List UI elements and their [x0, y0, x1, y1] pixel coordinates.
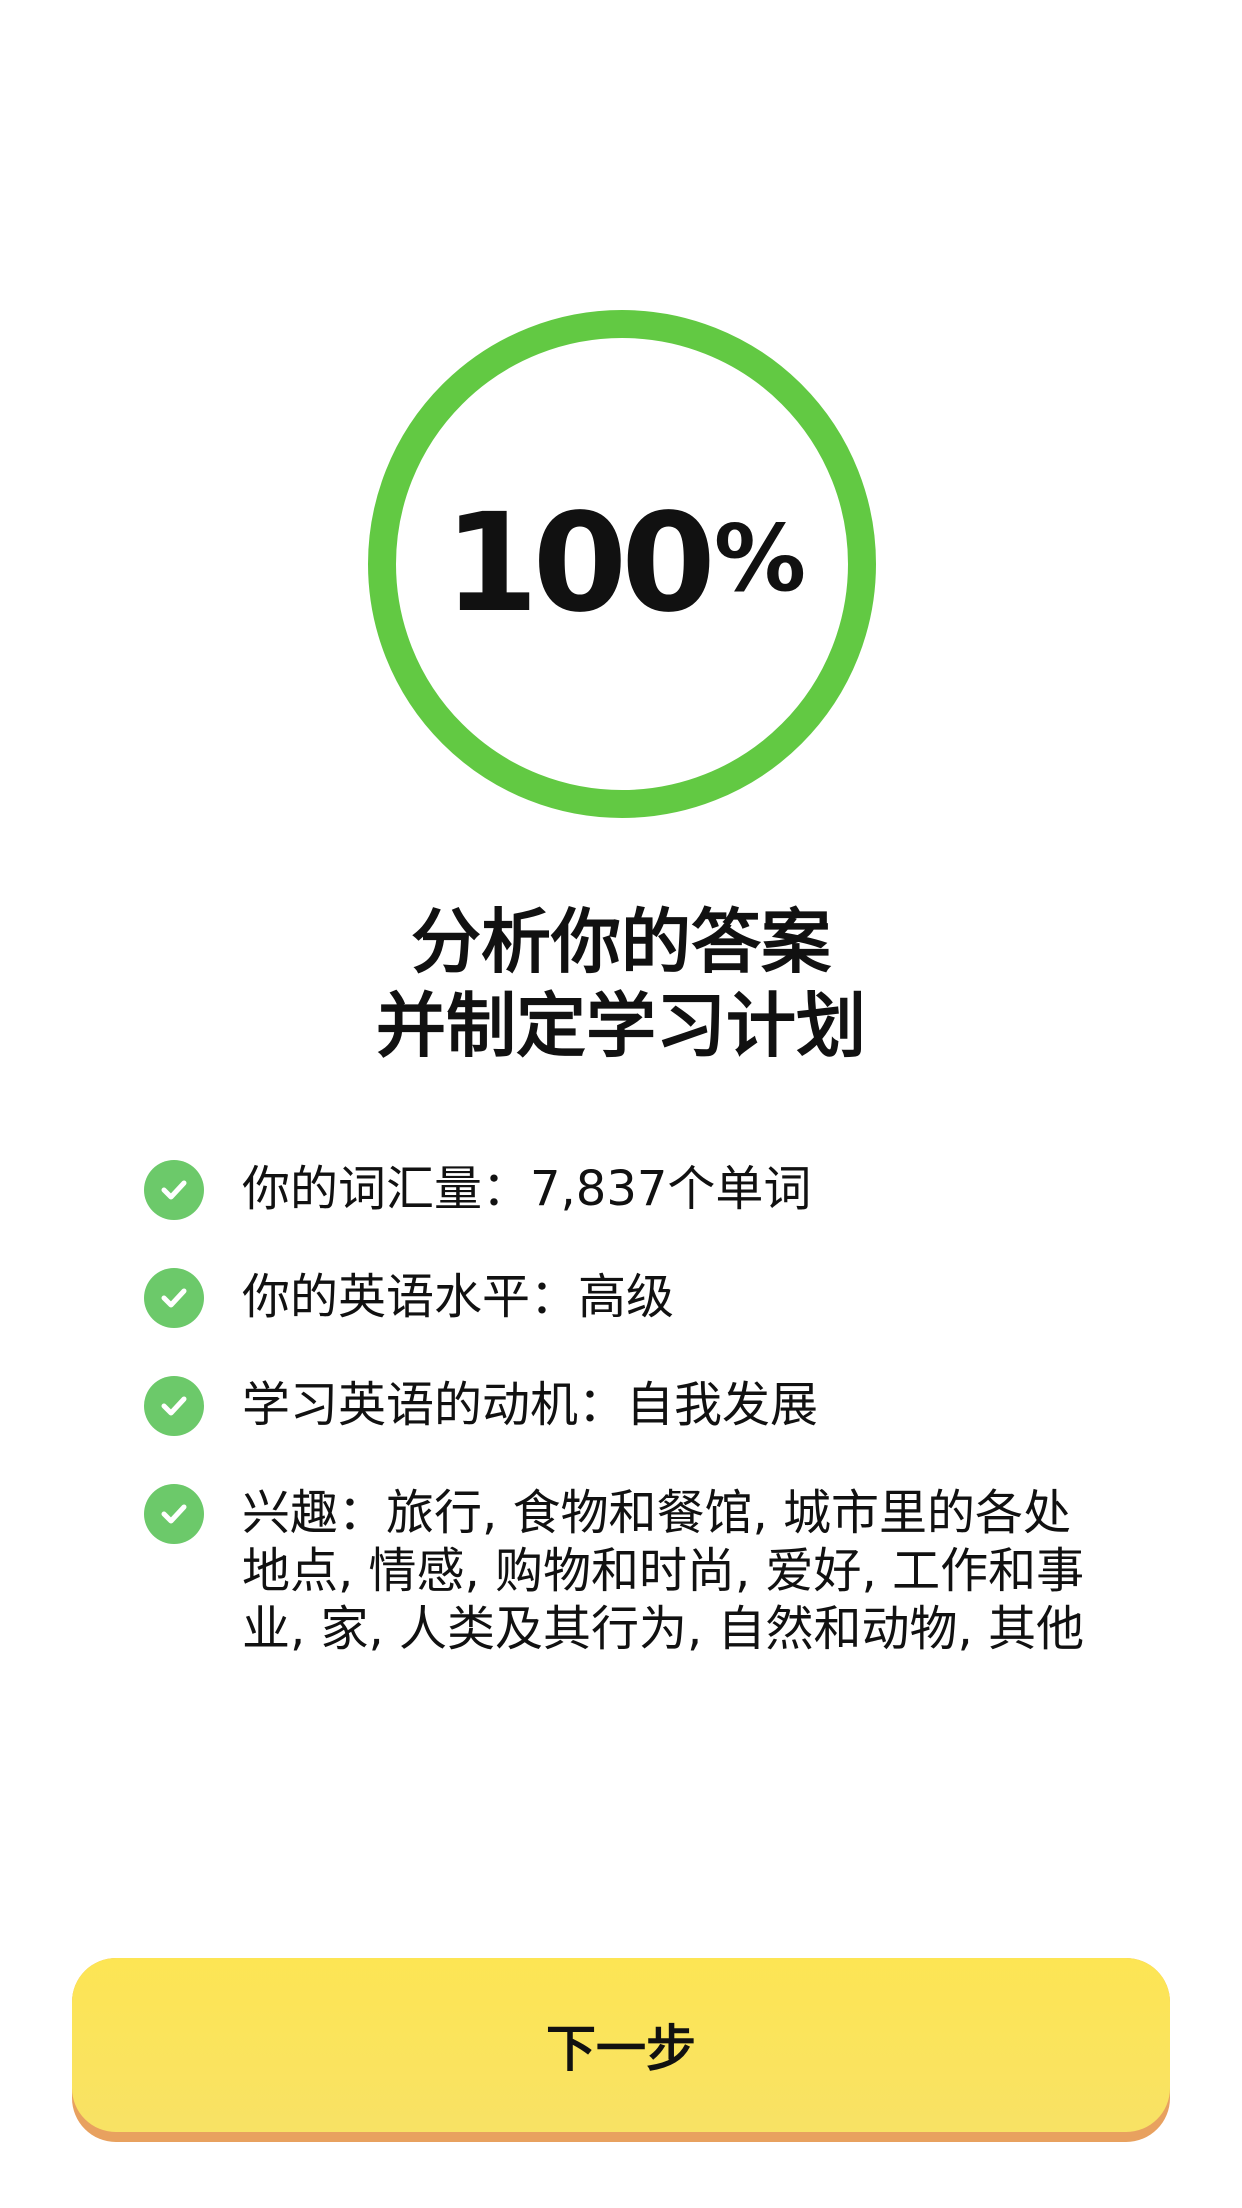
check-circle-icon [144, 1376, 204, 1436]
page-title-line-1: 分析你的答案 [411, 901, 831, 983]
progress-indicator: 100% [368, 310, 876, 818]
progress-percentage: 100% [368, 310, 876, 818]
page-title-line-2: 并制定学习计划 [376, 985, 866, 1067]
list-item-level: 你的英语水平：高级 [144, 1268, 1104, 1328]
list-item-text: 学习英语的动机：自我发展 [242, 1377, 819, 1433]
list-item-text: 你的词汇量：7,837个单词 [242, 1161, 812, 1217]
check-circle-icon [144, 1160, 204, 1220]
list-item-vocabulary: 你的词汇量：7,837个单词 [144, 1160, 1104, 1220]
page-title: 分析你的答案 并制定学习计划 [0, 900, 1242, 1068]
check-circle-icon [144, 1484, 204, 1544]
next-button-label: 下一步 [72, 1958, 1170, 2132]
list-item-interests: 兴趣：旅行, 食物和餐馆, 城市里的各处地点, 情感, 购物和时尚, 爱好, 工… [144, 1484, 1104, 1658]
check-circle-icon [144, 1268, 204, 1328]
result-checklist: 你的词汇量：7,837个单词 你的英语水平：高级 学习英语的动机：自我发展 兴趣… [144, 1160, 1104, 1658]
progress-number: 100 [443, 485, 716, 643]
next-button[interactable]: 下一步 [72, 1958, 1170, 2142]
list-item-text: 你的英语水平：高级 [242, 1269, 675, 1325]
list-item-motivation: 学习英语的动机：自我发展 [144, 1376, 1104, 1436]
progress-percent-sign: % [713, 504, 806, 612]
list-item-text: 兴趣：旅行, 食物和餐馆, 城市里的各处地点, 情感, 购物和时尚, 爱好, 工… [242, 1485, 1085, 1657]
